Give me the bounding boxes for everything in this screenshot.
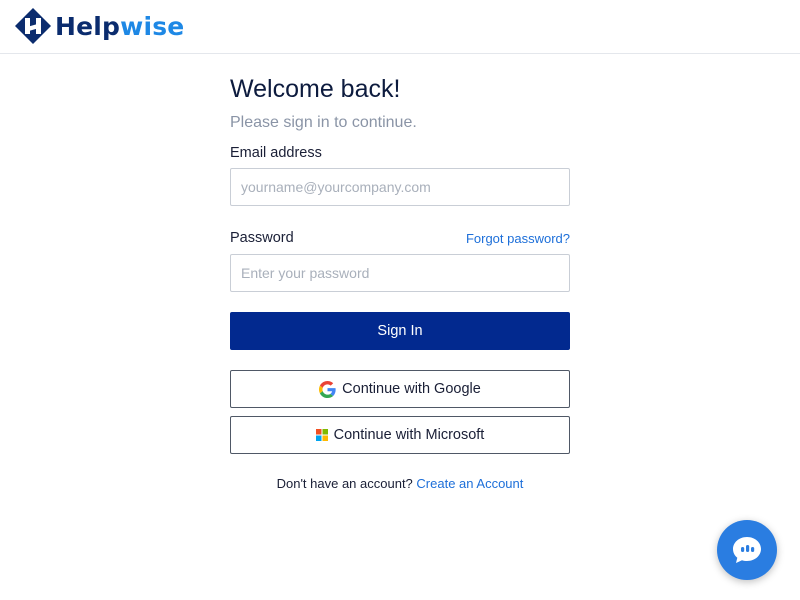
password-label: Password [230,230,294,246]
forgot-password-link[interactable]: Forgot password? [466,231,570,246]
sign-in-button-label: Sign In [377,323,423,339]
google-icon [319,380,336,398]
logo-text-wise: wise [120,11,185,41]
email-field[interactable] [230,168,570,206]
microsoft-button-label: Continue with Microsoft [333,427,485,443]
signup-prompt: Don't have an account? Create an Account [230,476,570,491]
continue-with-google-button[interactable]: Continue with Google [230,370,570,408]
logo-text: Helpwise [55,12,184,41]
top-bar: Helpwise [0,0,800,54]
password-label-row: Password Forgot password? [230,228,570,248]
signup-prompt-text: Don't have an account? [276,476,413,491]
google-button-label: Continue with Google [342,381,481,397]
email-label-row: Email address [230,144,570,162]
chat-bubble-icon [733,537,761,563]
helpwise-logo-icon [15,8,51,44]
chat-widget-button[interactable] [717,520,777,580]
email-label: Email address [230,145,322,161]
microsoft-icon [315,429,328,441]
create-account-link[interactable]: Create an Account [416,476,523,491]
helpwise-logo[interactable]: Helpwise [14,7,184,45]
password-field[interactable] [230,254,570,292]
continue-with-microsoft-button[interactable]: Continue with Microsoft [230,416,570,454]
logo-text-help: Help [55,11,121,41]
page-subtitle: Please sign in to continue. [230,114,417,131]
sign-in-button[interactable]: Sign In [230,312,570,350]
page-title: Welcome back! [230,75,401,103]
login-form: Welcome back! Please sign in to continue… [230,74,570,491]
